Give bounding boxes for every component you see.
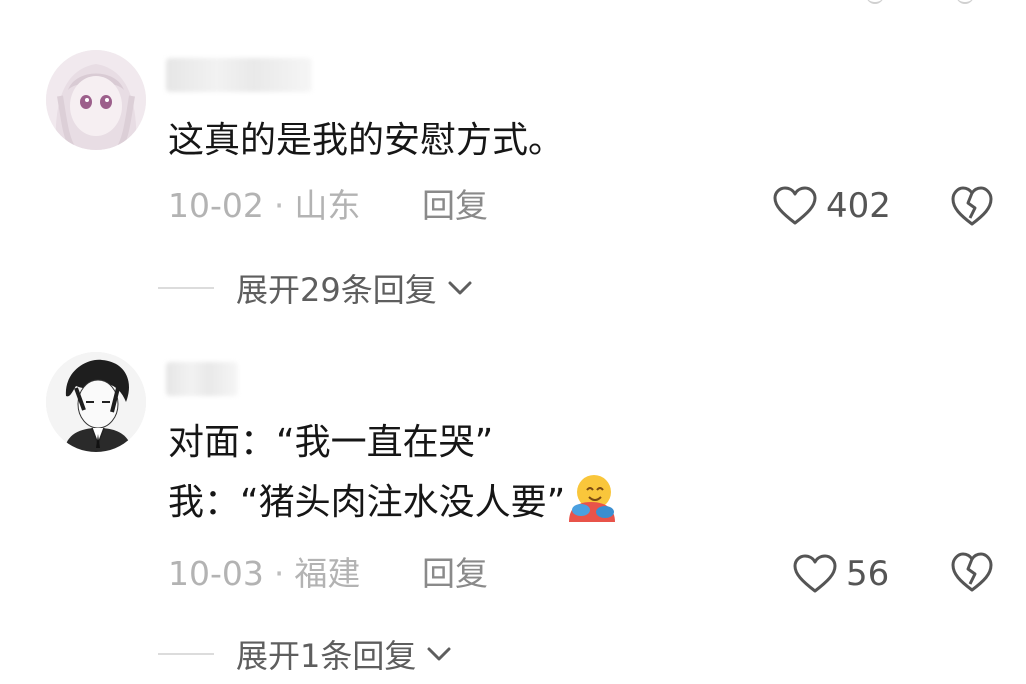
expand-replies-button[interactable]: 展开29条回复 bbox=[158, 266, 473, 310]
anime-girl-avatar-image bbox=[46, 50, 146, 150]
chevron-down-icon bbox=[427, 647, 451, 661]
heart-outline-icon bbox=[793, 554, 837, 593]
comment-text-line: 对面：“我一直在哭” bbox=[168, 422, 494, 463]
heart-outline-icon bbox=[773, 186, 817, 225]
comment-text-line-with-emoji: 我：“猪头肉注水没人要” bbox=[168, 472, 906, 532]
username-blurred[interactable] bbox=[166, 58, 312, 92]
divider bbox=[158, 653, 214, 655]
divider bbox=[158, 287, 214, 289]
comment-text: 对面：“我一直在哭” 我：“猪头肉注水没人要” bbox=[168, 414, 906, 532]
previous-comment-icons-fragment bbox=[826, 0, 986, 4]
broken-heart-icon bbox=[951, 186, 993, 226]
hugging-face-emoji bbox=[569, 475, 616, 522]
expand-replies-label: 展开29条回复 bbox=[236, 271, 437, 309]
comment-location: 山东 bbox=[294, 186, 361, 225]
like-button[interactable]: 56 bbox=[792, 552, 889, 596]
expand-replies-label: 展开1条回复 bbox=[236, 637, 417, 675]
comment-meta: 10-03 · 福建 回复 bbox=[168, 552, 488, 596]
meta-separator: · bbox=[273, 186, 285, 225]
like-count: 56 bbox=[846, 554, 890, 594]
username-blurred[interactable] bbox=[166, 362, 238, 396]
chevron-down-icon bbox=[448, 281, 472, 295]
avatar[interactable] bbox=[46, 352, 146, 452]
comment-date: 10-03 bbox=[168, 554, 264, 593]
anime-boy-avatar-image bbox=[46, 352, 146, 452]
dislike-button[interactable] bbox=[950, 550, 994, 594]
comment-text: 这真的是我的安慰方式。 bbox=[168, 112, 906, 170]
like-button[interactable]: 402 bbox=[772, 184, 891, 228]
comment-meta: 10-02 · 山东 回复 bbox=[168, 184, 488, 228]
comment-date: 10-02 bbox=[168, 186, 264, 225]
comment-location: 福建 bbox=[294, 554, 361, 593]
like-count: 402 bbox=[826, 186, 891, 226]
comment-thread: 这真的是我的安慰方式。 10-02 · 山东 回复 402 展开29条回复 对面… bbox=[0, 0, 1026, 684]
comment-text-line: 这真的是我的安慰方式。 bbox=[168, 120, 565, 161]
expand-replies-button[interactable]: 展开1条回复 bbox=[158, 632, 452, 676]
comment-text-segment: 我：“猪头肉注水没人要” bbox=[168, 482, 566, 523]
avatar[interactable] bbox=[46, 50, 146, 150]
reply-button[interactable]: 回复 bbox=[422, 552, 488, 596]
dislike-button[interactable] bbox=[950, 184, 994, 228]
meta-separator: · bbox=[273, 554, 285, 593]
reply-button[interactable]: 回复 bbox=[422, 184, 488, 228]
broken-heart-icon bbox=[951, 552, 993, 592]
